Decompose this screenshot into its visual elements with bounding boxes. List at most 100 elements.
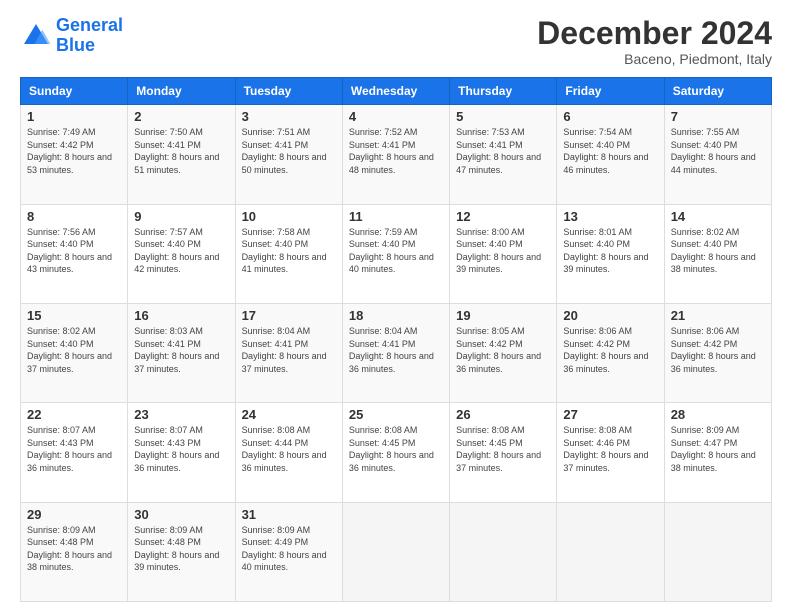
day-cell	[664, 502, 771, 601]
day-cell	[342, 502, 449, 601]
month-title: December 2024	[537, 16, 772, 51]
day-cell: 14 Sunrise: 8:02 AM Sunset: 4:40 PM Dayl…	[664, 204, 771, 303]
day-cell: 19 Sunrise: 8:05 AM Sunset: 4:42 PM Dayl…	[450, 303, 557, 402]
day-cell: 12 Sunrise: 8:00 AM Sunset: 4:40 PM Dayl…	[450, 204, 557, 303]
day-info: Sunrise: 8:08 AM Sunset: 4:45 PM Dayligh…	[349, 424, 443, 474]
day-info: Sunrise: 8:01 AM Sunset: 4:40 PM Dayligh…	[563, 226, 657, 276]
day-info: Sunrise: 8:09 AM Sunset: 4:47 PM Dayligh…	[671, 424, 765, 474]
col-header-wednesday: Wednesday	[342, 78, 449, 105]
day-number: 11	[349, 209, 443, 224]
day-info: Sunrise: 8:09 AM Sunset: 4:49 PM Dayligh…	[242, 524, 336, 574]
day-number: 26	[456, 407, 550, 422]
day-cell: 21 Sunrise: 8:06 AM Sunset: 4:42 PM Dayl…	[664, 303, 771, 402]
day-cell: 28 Sunrise: 8:09 AM Sunset: 4:47 PM Dayl…	[664, 403, 771, 502]
day-info: Sunrise: 7:58 AM Sunset: 4:40 PM Dayligh…	[242, 226, 336, 276]
day-info: Sunrise: 7:57 AM Sunset: 4:40 PM Dayligh…	[134, 226, 228, 276]
week-row-4: 22 Sunrise: 8:07 AM Sunset: 4:43 PM Dayl…	[21, 403, 772, 502]
day-cell: 15 Sunrise: 8:02 AM Sunset: 4:40 PM Dayl…	[21, 303, 128, 402]
day-number: 30	[134, 507, 228, 522]
day-info: Sunrise: 8:08 AM Sunset: 4:44 PM Dayligh…	[242, 424, 336, 474]
day-number: 6	[563, 109, 657, 124]
day-number: 5	[456, 109, 550, 124]
day-cell: 25 Sunrise: 8:08 AM Sunset: 4:45 PM Dayl…	[342, 403, 449, 502]
day-cell: 2 Sunrise: 7:50 AM Sunset: 4:41 PM Dayli…	[128, 105, 235, 204]
logo: General Blue	[20, 16, 123, 56]
day-info: Sunrise: 8:07 AM Sunset: 4:43 PM Dayligh…	[134, 424, 228, 474]
day-cell: 16 Sunrise: 8:03 AM Sunset: 4:41 PM Dayl…	[128, 303, 235, 402]
col-header-monday: Monday	[128, 78, 235, 105]
day-number: 8	[27, 209, 121, 224]
day-info: Sunrise: 7:51 AM Sunset: 4:41 PM Dayligh…	[242, 126, 336, 176]
day-info: Sunrise: 8:06 AM Sunset: 4:42 PM Dayligh…	[563, 325, 657, 375]
day-number: 27	[563, 407, 657, 422]
day-cell: 30 Sunrise: 8:09 AM Sunset: 4:48 PM Dayl…	[128, 502, 235, 601]
day-cell: 9 Sunrise: 7:57 AM Sunset: 4:40 PM Dayli…	[128, 204, 235, 303]
day-cell: 8 Sunrise: 7:56 AM Sunset: 4:40 PM Dayli…	[21, 204, 128, 303]
day-cell	[557, 502, 664, 601]
logo-line1: General	[56, 15, 123, 35]
day-info: Sunrise: 7:56 AM Sunset: 4:40 PM Dayligh…	[27, 226, 121, 276]
day-number: 23	[134, 407, 228, 422]
title-block: December 2024 Baceno, Piedmont, Italy	[537, 16, 772, 67]
day-info: Sunrise: 8:09 AM Sunset: 4:48 PM Dayligh…	[134, 524, 228, 574]
day-number: 9	[134, 209, 228, 224]
week-row-5: 29 Sunrise: 8:09 AM Sunset: 4:48 PM Dayl…	[21, 502, 772, 601]
day-cell: 29 Sunrise: 8:09 AM Sunset: 4:48 PM Dayl…	[21, 502, 128, 601]
calendar-header-row: SundayMondayTuesdayWednesdayThursdayFrid…	[21, 78, 772, 105]
day-info: Sunrise: 8:08 AM Sunset: 4:46 PM Dayligh…	[563, 424, 657, 474]
col-header-saturday: Saturday	[664, 78, 771, 105]
logo-text: General Blue	[56, 16, 123, 56]
day-number: 1	[27, 109, 121, 124]
day-number: 29	[27, 507, 121, 522]
day-cell: 27 Sunrise: 8:08 AM Sunset: 4:46 PM Dayl…	[557, 403, 664, 502]
day-number: 21	[671, 308, 765, 323]
day-number: 17	[242, 308, 336, 323]
day-info: Sunrise: 8:04 AM Sunset: 4:41 PM Dayligh…	[242, 325, 336, 375]
day-info: Sunrise: 7:52 AM Sunset: 4:41 PM Dayligh…	[349, 126, 443, 176]
day-number: 12	[456, 209, 550, 224]
day-cell: 4 Sunrise: 7:52 AM Sunset: 4:41 PM Dayli…	[342, 105, 449, 204]
day-info: Sunrise: 8:02 AM Sunset: 4:40 PM Dayligh…	[671, 226, 765, 276]
day-number: 22	[27, 407, 121, 422]
day-cell: 26 Sunrise: 8:08 AM Sunset: 4:45 PM Dayl…	[450, 403, 557, 502]
day-cell: 31 Sunrise: 8:09 AM Sunset: 4:49 PM Dayl…	[235, 502, 342, 601]
day-number: 4	[349, 109, 443, 124]
day-cell: 23 Sunrise: 8:07 AM Sunset: 4:43 PM Dayl…	[128, 403, 235, 502]
col-header-tuesday: Tuesday	[235, 78, 342, 105]
col-header-sunday: Sunday	[21, 78, 128, 105]
day-number: 15	[27, 308, 121, 323]
day-number: 25	[349, 407, 443, 422]
day-cell: 3 Sunrise: 7:51 AM Sunset: 4:41 PM Dayli…	[235, 105, 342, 204]
day-number: 31	[242, 507, 336, 522]
col-header-thursday: Thursday	[450, 78, 557, 105]
day-number: 14	[671, 209, 765, 224]
day-number: 13	[563, 209, 657, 224]
day-number: 28	[671, 407, 765, 422]
day-info: Sunrise: 8:03 AM Sunset: 4:41 PM Dayligh…	[134, 325, 228, 375]
week-row-2: 8 Sunrise: 7:56 AM Sunset: 4:40 PM Dayli…	[21, 204, 772, 303]
day-info: Sunrise: 8:00 AM Sunset: 4:40 PM Dayligh…	[456, 226, 550, 276]
day-cell: 13 Sunrise: 8:01 AM Sunset: 4:40 PM Dayl…	[557, 204, 664, 303]
day-number: 16	[134, 308, 228, 323]
day-cell: 10 Sunrise: 7:58 AM Sunset: 4:40 PM Dayl…	[235, 204, 342, 303]
day-cell: 1 Sunrise: 7:49 AM Sunset: 4:42 PM Dayli…	[21, 105, 128, 204]
day-cell: 17 Sunrise: 8:04 AM Sunset: 4:41 PM Dayl…	[235, 303, 342, 402]
header: General Blue December 2024 Baceno, Piedm…	[20, 16, 772, 67]
day-info: Sunrise: 8:07 AM Sunset: 4:43 PM Dayligh…	[27, 424, 121, 474]
day-info: Sunrise: 8:06 AM Sunset: 4:42 PM Dayligh…	[671, 325, 765, 375]
week-row-3: 15 Sunrise: 8:02 AM Sunset: 4:40 PM Dayl…	[21, 303, 772, 402]
day-info: Sunrise: 7:50 AM Sunset: 4:41 PM Dayligh…	[134, 126, 228, 176]
day-cell: 7 Sunrise: 7:55 AM Sunset: 4:40 PM Dayli…	[664, 105, 771, 204]
day-number: 18	[349, 308, 443, 323]
page: General Blue December 2024 Baceno, Piedm…	[0, 0, 792, 612]
day-number: 3	[242, 109, 336, 124]
day-cell: 22 Sunrise: 8:07 AM Sunset: 4:43 PM Dayl…	[21, 403, 128, 502]
day-info: Sunrise: 7:55 AM Sunset: 4:40 PM Dayligh…	[671, 126, 765, 176]
col-header-friday: Friday	[557, 78, 664, 105]
day-cell: 6 Sunrise: 7:54 AM Sunset: 4:40 PM Dayli…	[557, 105, 664, 204]
day-cell: 11 Sunrise: 7:59 AM Sunset: 4:40 PM Dayl…	[342, 204, 449, 303]
day-number: 10	[242, 209, 336, 224]
day-info: Sunrise: 8:04 AM Sunset: 4:41 PM Dayligh…	[349, 325, 443, 375]
week-row-1: 1 Sunrise: 7:49 AM Sunset: 4:42 PM Dayli…	[21, 105, 772, 204]
day-cell	[450, 502, 557, 601]
